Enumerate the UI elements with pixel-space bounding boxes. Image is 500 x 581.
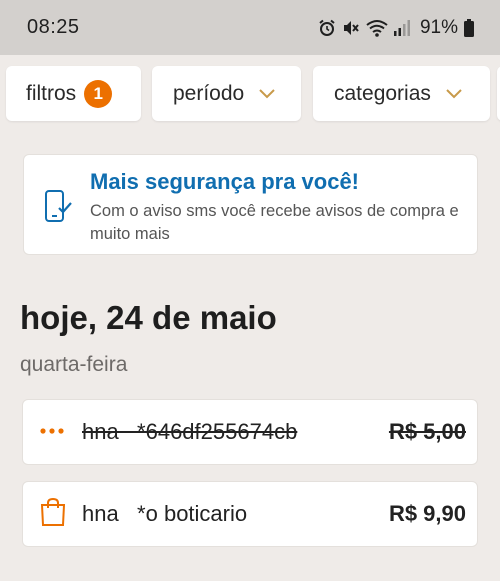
transaction-name: hna *646df255674cb: [82, 419, 298, 444]
chevron-down-icon: [446, 88, 462, 98]
phone-check-icon: [43, 189, 73, 230]
day-weekday: quarta-feira: [20, 353, 128, 376]
promo-title: Mais segurança pra você!: [90, 169, 360, 194]
day-heading: hoje, 24 de maio: [20, 299, 277, 336]
status-icons: 91%: [318, 17, 474, 39]
categories-label: categorias: [334, 81, 431, 105]
transaction-row[interactable]: hna *646df255674cb R$ 5,00: [22, 399, 478, 465]
wifi-icon: [366, 19, 388, 37]
transaction-amount: R$ 9,90: [388, 501, 466, 526]
period-dropdown[interactable]: período: [152, 66, 301, 121]
alarm-icon: [318, 19, 336, 37]
filters-label: filtros: [26, 81, 77, 105]
transaction-row[interactable]: hna *o boticario R$ 9,90: [22, 481, 478, 547]
battery-level: 91%: [419, 16, 458, 38]
categories-dropdown[interactable]: categorias: [313, 66, 490, 121]
status-time: 08:25: [27, 16, 80, 38]
promo-text: Com o aviso sms você recebe avisos de co…: [90, 202, 459, 243]
mute-icon: [342, 19, 360, 37]
sms-alert-promo-card[interactable]: Mais segurança pra você! Com o aviso sms…: [23, 154, 478, 255]
signal-icon: [393, 19, 410, 37]
transaction-amount: R$ 5,00: [388, 419, 466, 444]
period-label: período: [173, 81, 245, 105]
more-dots-icon: [39, 423, 67, 441]
filters-button[interactable]: filtros 1: [6, 66, 141, 121]
status-bar: 08:25 91%: [0, 0, 500, 55]
battery-icon: [464, 18, 474, 37]
filter-bar: filtros 1 período categorias: [0, 55, 500, 135]
shopping-bag-icon: [39, 497, 67, 532]
filters-count-badge: 1: [84, 79, 113, 108]
transaction-name: hna *o boticario: [82, 501, 248, 526]
chevron-down-icon: [259, 88, 275, 98]
